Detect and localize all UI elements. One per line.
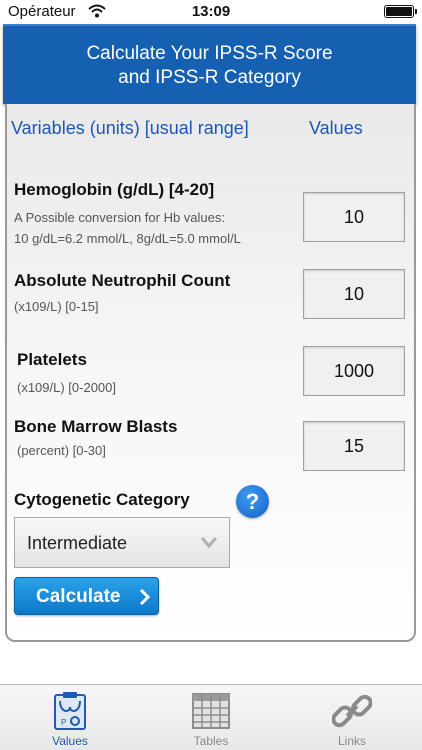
tab-values-label: Values [52, 734, 88, 748]
chevron-down-icon [201, 537, 217, 548]
values-clipboard-icon: P [54, 692, 86, 730]
blasts-input[interactable]: 15 [303, 421, 405, 471]
blasts-label: Bone Marrow Blasts [14, 417, 178, 436]
chain-link-icon [332, 694, 372, 728]
tab-values[interactable]: P Values [0, 685, 140, 750]
values-column-header: Values [309, 118, 363, 138]
hemoglobin-label: Hemoglobin (g/dL) [4-20] [14, 180, 215, 199]
hemoglobin-note: A Possible conversion for Hb values: 10 … [14, 210, 241, 246]
svg-text:P: P [61, 718, 66, 727]
tab-tables-label: Tables [193, 734, 229, 748]
tab-bar: P Values Tables Links [0, 684, 422, 750]
neutrophil-label: Absolute Neutrophil Count [14, 271, 231, 290]
help-icon[interactable]: ? [236, 485, 269, 518]
blasts-note: (percent) [0-30] [17, 443, 106, 458]
neutrophil-note: (x109/L) [0-15] [14, 299, 99, 314]
neutrophil-input[interactable]: 10 [303, 269, 405, 319]
chevron-right-icon [139, 589, 151, 605]
tab-links-label: Links [337, 734, 366, 748]
cytogenetic-label: Cytogenetic Category [14, 490, 190, 509]
platelets-input[interactable]: 1000 [303, 346, 405, 396]
hemoglobin-input[interactable]: 10 [303, 192, 405, 242]
battery-icon [384, 5, 417, 18]
status-time: 13:09 [191, 3, 231, 20]
app-header: Calculate Your IPSS-R Score and IPSS-R C… [3, 24, 416, 104]
page-title: Calculate Your IPSS-R Score and IPSS-R C… [86, 43, 333, 88]
platelets-note: (x109/L) [0-2000] [17, 380, 117, 395]
cytogenetic-selected-value: Intermediate [27, 533, 128, 553]
tab-links[interactable]: Links [282, 685, 422, 750]
calculate-button-label: Calculate [36, 586, 121, 607]
variables-column-header: Variables (units) [usual range] [11, 118, 249, 138]
cytogenetic-select[interactable]: Intermediate [14, 517, 230, 568]
platelets-label: Platelets [17, 350, 87, 369]
calculate-button[interactable]: Calculate [14, 577, 159, 615]
status-bar: Opérateur 13:09 [0, 0, 422, 22]
table-grid-icon [192, 693, 230, 729]
tab-tables[interactable]: Tables [141, 685, 281, 750]
